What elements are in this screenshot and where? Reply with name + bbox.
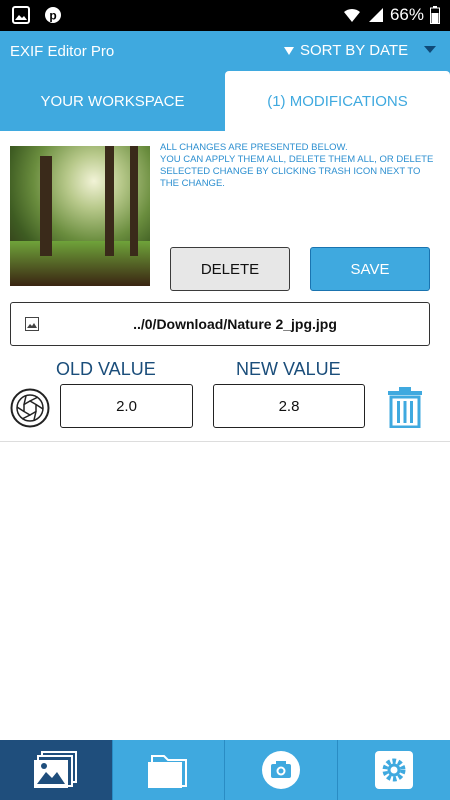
nav-folder[interactable] <box>112 740 225 800</box>
nav-camera[interactable] <box>225 740 338 800</box>
sort-dropdown[interactable]: SORT BY DATE <box>284 42 408 59</box>
wifi-icon <box>343 8 360 22</box>
tab-your-workspace[interactable]: YOUR WORKSPACE <box>0 71 225 131</box>
aperture-icon <box>10 388 50 428</box>
bottom-nav <box>0 740 450 800</box>
trash-icon[interactable] <box>386 386 424 428</box>
sort-triangle-icon <box>284 46 294 55</box>
svg-text:p: p <box>49 9 56 23</box>
instructions-line-1: ALL CHANGES ARE PRESENTED BELOW. <box>160 142 348 153</box>
signal-icon <box>368 8 383 22</box>
dropdown-caret-icon[interactable] <box>424 46 436 53</box>
instructions-text: ALL CHANGES ARE PRESENTED BELOW. YOU CAN… <box>160 142 440 190</box>
photo-thumbnail <box>10 146 150 286</box>
sort-label: SORT BY DATE <box>300 42 409 59</box>
battery-percent: 66% <box>389 5 424 24</box>
file-path: ../0/Download/Nature 2_jpg.jpg <box>133 316 337 332</box>
nav-gallery[interactable] <box>0 740 113 800</box>
divider <box>0 441 450 442</box>
gallery-icon <box>33 751 77 788</box>
file-path-box[interactable]: ../0/Download/Nature 2_jpg.jpg <box>10 302 430 346</box>
delete-button[interactable]: DELETE <box>170 247 290 291</box>
app-bar: EXIF Editor Pro SORT BY DATE <box>0 31 450 71</box>
image-notification-icon <box>12 6 30 24</box>
folder-icon <box>148 755 188 788</box>
battery-icon <box>430 6 440 24</box>
camera-icon <box>261 751 300 789</box>
tab-bar: YOUR WORKSPACE (1) MODIFICATIONS <box>0 71 450 131</box>
settings-icon <box>374 751 413 789</box>
new-value-label: NEW VALUE <box>236 359 341 379</box>
status-bar: p 66% <box>0 0 450 31</box>
instructions-line-2: YOU CAN APPLY THEM ALL, DELETE THEM ALL,… <box>160 154 434 189</box>
pinterest-icon: p <box>45 7 61 23</box>
tab-modifications[interactable]: (1) MODIFICATIONS <box>225 71 450 131</box>
image-file-icon <box>25 317 39 331</box>
app-title: EXIF Editor Pro <box>10 43 115 60</box>
new-value-field[interactable]: 2.8 <box>213 384 365 428</box>
old-value-field[interactable]: 2.0 <box>60 384 193 428</box>
save-button[interactable]: SAVE <box>310 247 430 291</box>
old-value-label: OLD VALUE <box>56 359 156 379</box>
nav-settings[interactable] <box>337 740 450 800</box>
